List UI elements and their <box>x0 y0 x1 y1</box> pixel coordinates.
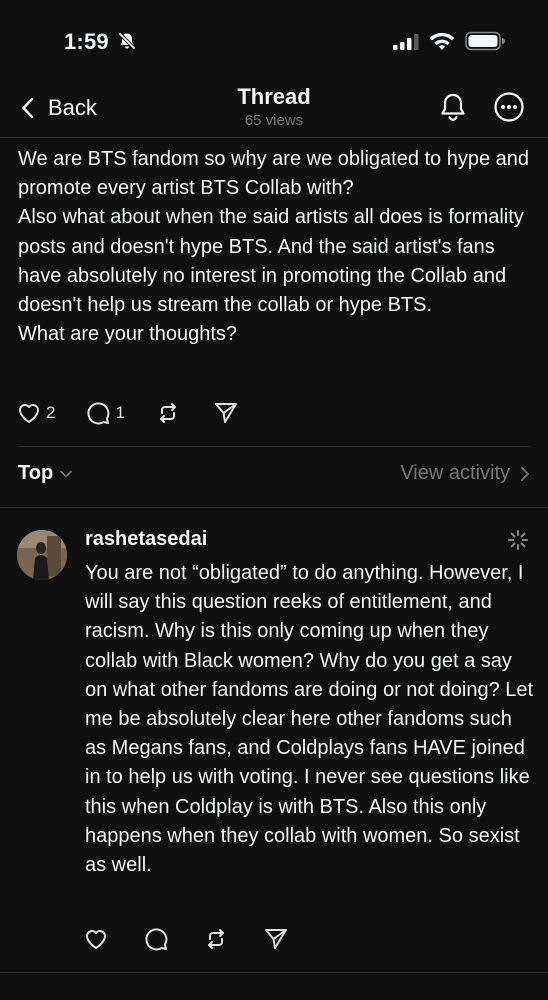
chevron-right-icon <box>521 466 529 481</box>
post-paragraph: We are BTS fandom so why are we obligate… <box>18 148 530 200</box>
repost-button[interactable] <box>155 400 181 426</box>
sort-label: Top <box>18 462 54 484</box>
like-button[interactable]: 2 <box>16 400 55 426</box>
next-reply-peek <box>0 973 548 1000</box>
reply-username[interactable]: rashetasedai <box>85 528 207 551</box>
sort-dropdown[interactable]: Top <box>18 462 73 485</box>
chevron-down-icon <box>60 470 72 477</box>
bell-slash-icon <box>118 32 136 50</box>
nav-bar: Back Thread 65 views <box>0 80 548 136</box>
send-icon <box>214 403 237 423</box>
like-count: 2 <box>46 403 56 422</box>
status-bar: 1:59 <box>0 0 548 80</box>
send-icon <box>265 929 287 949</box>
reply-count: 1 <box>115 403 125 422</box>
avatar-photo <box>17 530 67 580</box>
sort-divider <box>0 507 548 508</box>
battery-icon <box>465 31 505 51</box>
header-divider <box>0 137 548 138</box>
reply-comment-button[interactable] <box>143 926 169 952</box>
post-actions: 2 1 <box>16 400 239 426</box>
view-activity-link[interactable]: View activity <box>400 462 530 485</box>
reply-share-button[interactable] <box>263 926 289 952</box>
reply-text: You are not “obligated” to do anything. … <box>85 562 534 877</box>
share-button[interactable] <box>213 400 239 426</box>
cellular-signal-icon <box>393 34 419 50</box>
reply-repost-button[interactable] <box>203 926 229 952</box>
bell-icon[interactable] <box>437 91 469 123</box>
post-text: We are BTS fandom so why are we obligate… <box>18 145 533 349</box>
sort-row: Top View activity <box>18 462 530 492</box>
repost-icon <box>159 403 176 423</box>
comment-icon <box>87 402 110 425</box>
reply-like-button[interactable] <box>83 926 109 952</box>
avatar[interactable] <box>17 530 67 580</box>
status-time: 1:59 <box>64 29 109 54</box>
comment-icon <box>145 928 168 951</box>
post-paragraph: What are your thoughts? <box>18 323 238 346</box>
loading-spinner-icon <box>508 530 528 550</box>
post-divider <box>18 446 530 447</box>
heart-icon <box>86 930 106 949</box>
heart-icon <box>19 404 39 423</box>
view-activity-label: View activity <box>400 462 510 484</box>
wifi-icon <box>429 32 455 50</box>
reply-actions <box>83 926 289 952</box>
post-paragraph: Also what about when the said artists al… <box>18 206 524 317</box>
more-icon[interactable] <box>493 91 525 123</box>
reply-button[interactable]: 1 <box>85 400 125 426</box>
repost-icon <box>208 929 224 949</box>
